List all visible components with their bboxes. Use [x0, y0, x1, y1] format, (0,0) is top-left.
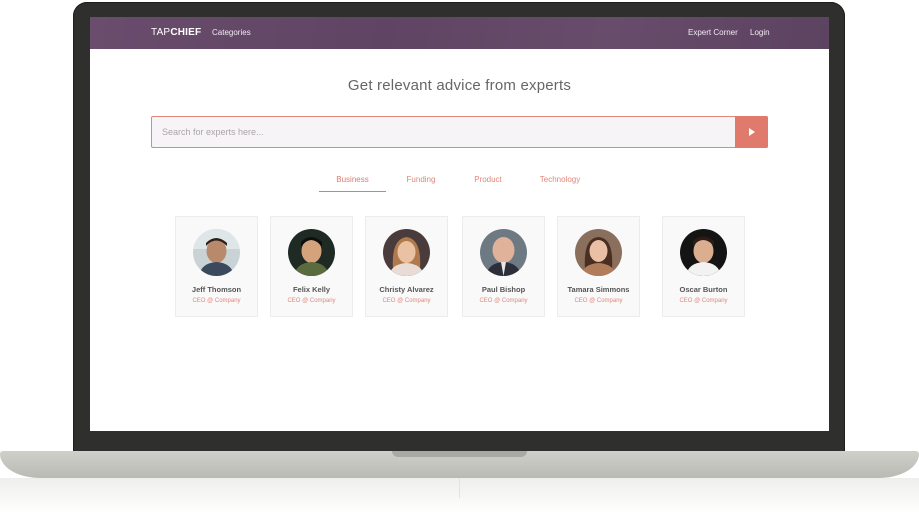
expert-card[interactable]: Oscar Burton CEO @ Company — [662, 216, 745, 317]
tab-technology[interactable]: Technology — [530, 175, 590, 184]
expert-name: Oscar Burton — [679, 285, 728, 294]
nav-login-link[interactable]: Login — [750, 28, 770, 37]
expert-name: Christy Alvarez — [379, 285, 434, 294]
expert-card[interactable]: Jeff Thomson CEO @ Company — [175, 216, 258, 317]
nav-categories-link[interactable]: Categories — [212, 28, 251, 37]
avatar — [680, 229, 727, 276]
search-button[interactable] — [735, 116, 768, 148]
brand-logo-bold: CHIEF — [170, 27, 202, 38]
reflection-divider — [459, 478, 460, 498]
avatar — [480, 229, 527, 276]
expert-name: Tamara Simmons — [567, 285, 630, 294]
expert-name: Jeff Thomson — [191, 285, 242, 294]
expert-role: CEO @ Company — [287, 298, 336, 304]
avatar — [288, 229, 335, 276]
tab-business[interactable]: Business — [319, 175, 386, 184]
expert-card[interactable]: Tamara Simmons CEO @ Company — [557, 216, 640, 317]
expert-card[interactable]: Christy Alvarez CEO @ Company — [365, 216, 448, 317]
category-tabs: Business Funding Product Technology — [90, 175, 829, 195]
avatar — [383, 229, 430, 276]
avatar — [575, 229, 622, 276]
search-bar — [151, 116, 768, 148]
laptop-notch — [392, 451, 527, 457]
browser-screen: TAPCHIEF Categories Expert Corner Login … — [90, 17, 829, 431]
brand-logo[interactable]: TAPCHIEF — [151, 27, 201, 38]
avatar — [193, 229, 240, 276]
top-navbar: TAPCHIEF Categories Expert Corner Login — [90, 17, 829, 49]
expert-card[interactable]: Paul Bishop CEO @ Company — [462, 216, 545, 317]
tab-funding[interactable]: Funding — [396, 175, 446, 184]
brand-logo-light: TAP — [151, 27, 171, 38]
expert-role: CEO @ Company — [479, 298, 528, 304]
expert-role: CEO @ Company — [192, 298, 241, 304]
expert-name: Felix Kelly — [292, 285, 331, 294]
expert-cards: Jeff Thomson CEO @ Company Felix Kelly C… — [175, 216, 745, 318]
expert-name: Paul Bishop — [481, 285, 526, 294]
nav-expert-corner-link[interactable]: Expert Corner — [688, 28, 738, 37]
active-tab-indicator — [319, 191, 386, 192]
page-headline: Get relevant advice from experts — [347, 77, 572, 94]
expert-role: CEO @ Company — [574, 298, 623, 304]
tab-product[interactable]: Product — [463, 175, 513, 184]
play-icon — [749, 128, 755, 136]
expert-role: CEO @ Company — [679, 298, 728, 304]
search-input[interactable] — [152, 117, 736, 147]
expert-card[interactable]: Felix Kelly CEO @ Company — [270, 216, 353, 317]
expert-role: CEO @ Company — [382, 298, 431, 304]
